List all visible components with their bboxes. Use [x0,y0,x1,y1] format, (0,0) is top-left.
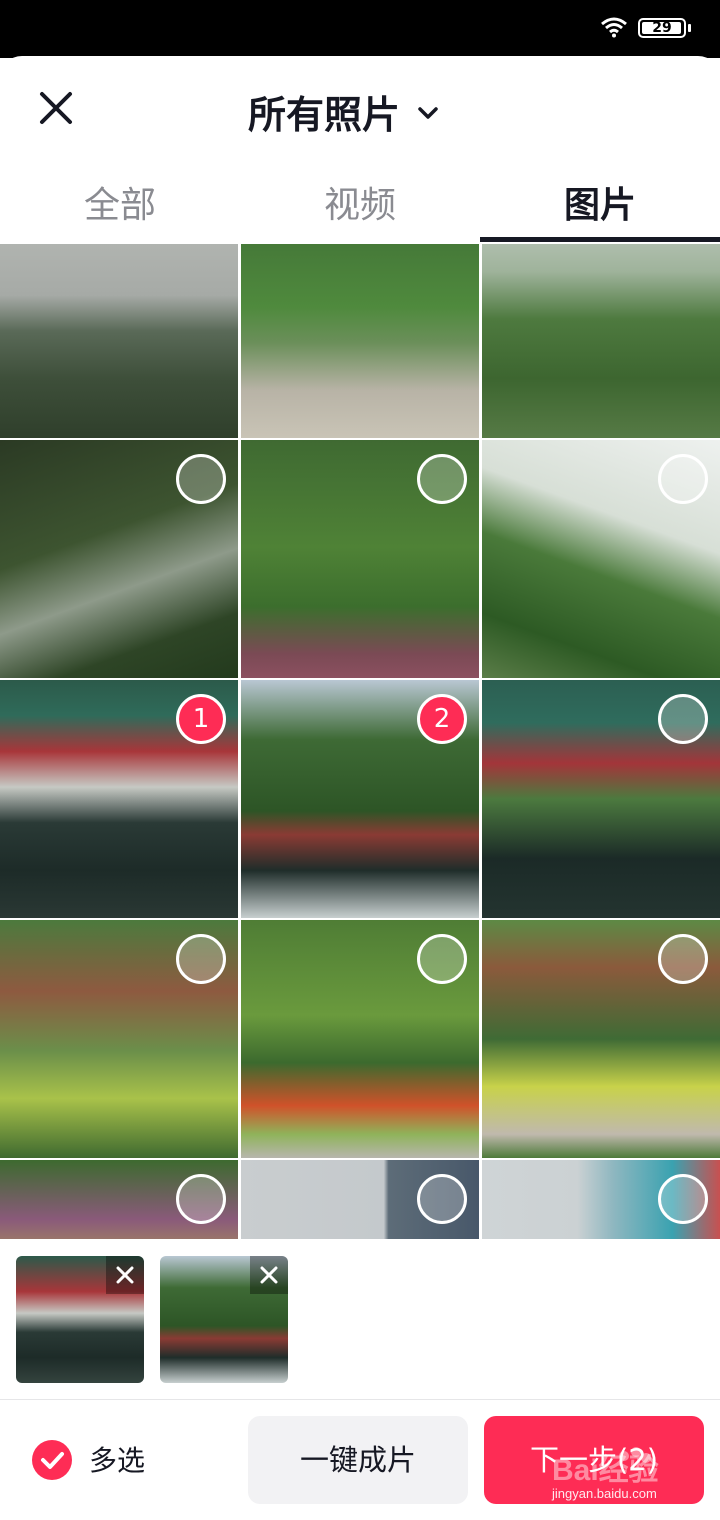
photo-cell[interactable] [482,1160,720,1239]
media-tabs: 全部 视频 图片 [0,172,720,242]
tab-indicator [480,237,720,242]
select-circle[interactable] [176,934,226,984]
photo-cell-selected[interactable]: 1 [0,680,238,918]
photo-cell[interactable] [241,1160,479,1239]
photo-cell[interactable] [0,1160,238,1239]
select-circle[interactable] [658,454,708,504]
battery-level: 29 [652,20,672,36]
multi-select-checkbox[interactable] [32,1440,72,1480]
divider [0,1399,720,1400]
photo-cell[interactable] [482,440,720,678]
status-bar: 29 [0,0,720,58]
photo-cell-selected[interactable]: 2 [241,680,479,918]
photo-cell[interactable] [241,920,479,1158]
remove-icon[interactable] [106,1256,144,1294]
selection-order-badge[interactable]: 2 [417,694,467,744]
select-circle[interactable] [176,1174,226,1224]
watermark-url: jingyan.baidu.com [552,1486,657,1501]
battery-indicator: 29 [638,18,686,38]
select-circle[interactable] [417,934,467,984]
page-title: 所有照片 [248,92,401,137]
remove-icon[interactable] [250,1256,288,1294]
photo-cell[interactable] [0,244,238,438]
wifi-icon [601,17,627,38]
album-selector[interactable]: 所有照片 [248,86,440,137]
select-circle[interactable] [176,454,226,504]
multi-select-label[interactable]: 多选 [89,1440,145,1482]
photo-cell[interactable] [0,440,238,678]
check-icon [41,1452,64,1469]
photo-cell[interactable] [241,440,479,678]
selected-thumbnail[interactable] [160,1256,288,1383]
tab-all[interactable]: 全部 [0,172,240,242]
photo-cell[interactable] [0,920,238,1158]
select-circle[interactable] [417,454,467,504]
selected-thumbnail[interactable] [16,1256,144,1383]
tab-video[interactable]: 视频 [240,172,480,242]
photo-grid: 1 2 [0,244,720,1239]
select-circle[interactable] [417,1174,467,1224]
tab-photos[interactable]: 图片 [480,172,720,242]
select-circle[interactable] [658,694,708,744]
chevron-down-icon [418,107,438,119]
photo-cell[interactable] [482,680,720,918]
photo-cell[interactable] [482,920,720,1158]
photo-cell[interactable] [482,244,720,438]
select-circle[interactable] [658,1174,708,1224]
one-click-create-button[interactable]: 一键成片 [248,1416,468,1504]
select-circle[interactable] [658,934,708,984]
close-icon[interactable] [34,86,78,130]
photo-cell[interactable] [241,244,479,438]
selection-order-badge[interactable]: 1 [176,694,226,744]
